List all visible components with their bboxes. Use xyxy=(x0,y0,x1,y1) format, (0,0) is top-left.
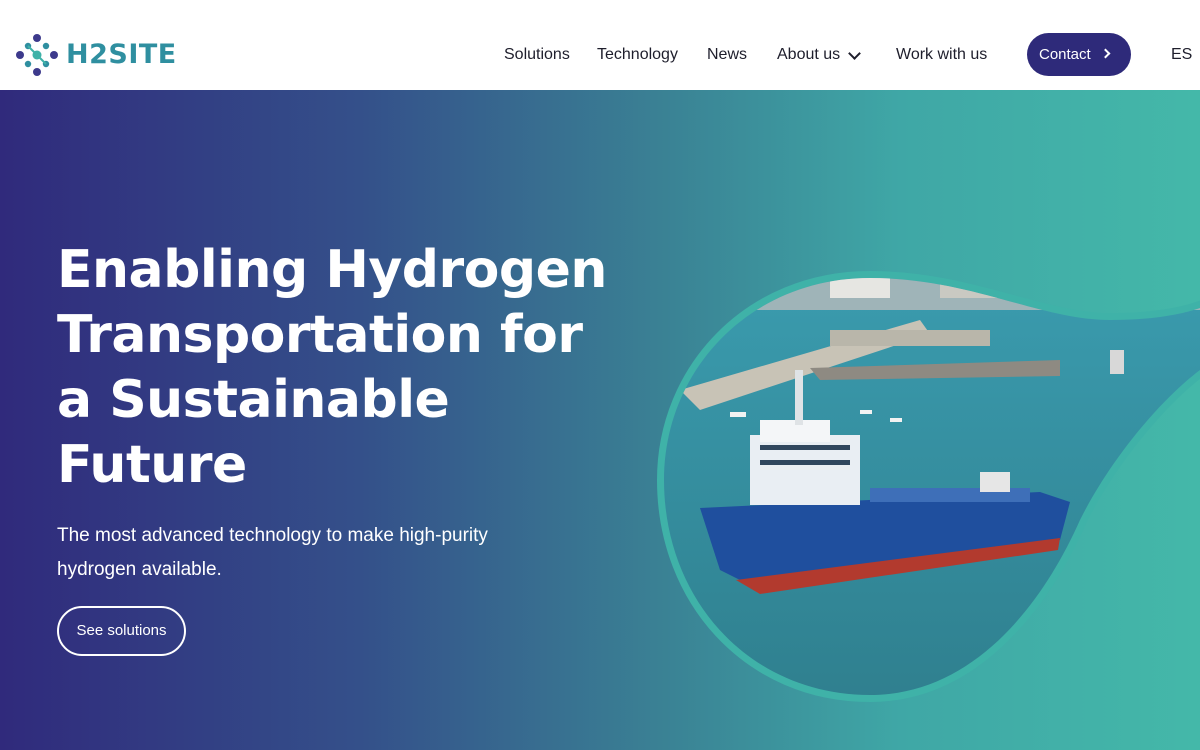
nav-about-us-label: About us xyxy=(777,46,841,63)
chevron-down-icon xyxy=(848,33,862,77)
ship-harbor-photo xyxy=(656,270,1200,703)
contact-button[interactable]: Contact xyxy=(1027,33,1131,76)
nav-technology[interactable]: Technology xyxy=(597,33,678,77)
main-nav: Solutions Technology News About us Work … xyxy=(0,33,1200,77)
chevron-right-icon xyxy=(1100,48,1111,59)
nav-work-with-us[interactable]: Work with us xyxy=(896,33,987,77)
language-switch[interactable]: ES xyxy=(1171,33,1192,77)
hero-subtitle: The most advanced technology to make hig… xyxy=(57,525,488,580)
hero-section: Enabling Hydrogen Transportation for a S… xyxy=(0,90,1200,750)
nav-news[interactable]: News xyxy=(707,33,747,77)
site-header: H2SITE Solutions Technology News About u… xyxy=(0,0,1200,90)
see-solutions-button[interactable]: See solutions xyxy=(57,606,186,656)
nav-solutions[interactable]: Solutions xyxy=(504,33,570,77)
nav-about-us[interactable]: About us xyxy=(777,33,862,77)
contact-button-label: Contact xyxy=(1039,46,1091,63)
hero-title: Enabling Hydrogen Transportation for a S… xyxy=(57,240,607,495)
